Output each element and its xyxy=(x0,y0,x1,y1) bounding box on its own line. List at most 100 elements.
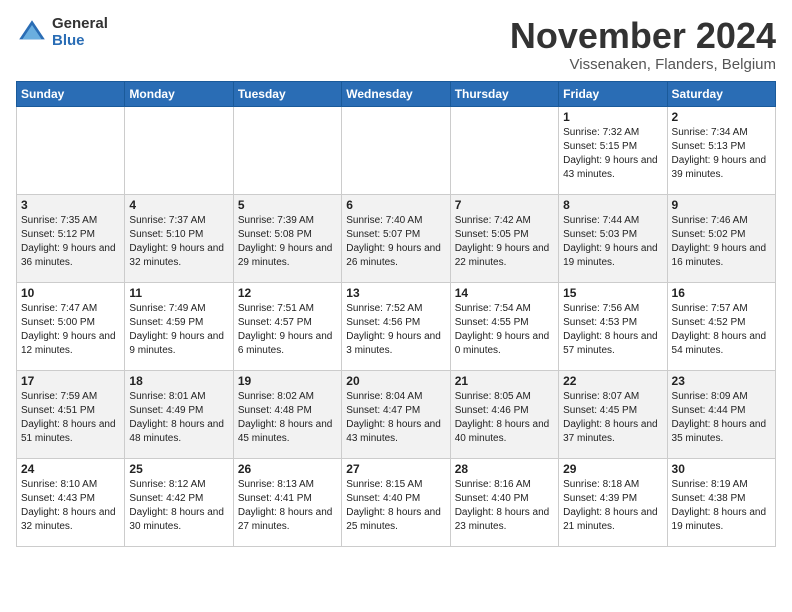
calendar-cell: 14Sunrise: 7:54 AM Sunset: 4:55 PM Dayli… xyxy=(450,282,558,370)
day-info: Sunrise: 8:02 AM Sunset: 4:48 PM Dayligh… xyxy=(238,390,337,446)
day-info: Sunrise: 8:07 AM Sunset: 4:45 PM Dayligh… xyxy=(563,390,662,446)
day-number: 11 xyxy=(129,286,228,300)
day-number: 29 xyxy=(563,462,662,476)
calendar-cell: 28 Sunrise: 8:16 AM Sunset: 4:40 PM Dayli… xyxy=(450,458,558,546)
calendar-cell xyxy=(17,106,125,194)
calendar-cell: 4Sunrise: 7:37 AM Sunset: 5:10 PM Daylig… xyxy=(125,194,233,282)
title-block: November 2024 Vissenaken, Flanders, Belg… xyxy=(510,16,776,73)
calendar-cell: 11Sunrise: 7:49 AM Sunset: 4:59 PM Dayli… xyxy=(125,282,233,370)
day-info: Sunrise: 7:44 AM Sunset: 5:03 PM Dayligh… xyxy=(563,214,662,270)
day-number: 25 xyxy=(129,462,228,476)
day-number: 8 xyxy=(563,198,662,212)
col-header-saturday: Saturday xyxy=(667,81,775,106)
day-number: 28 xyxy=(455,462,554,476)
day-info: Sunrise: 7:34 AM Sunset: 5:13 PM Dayligh… xyxy=(672,126,771,182)
day-number: 27 xyxy=(346,462,445,476)
day-number: 20 xyxy=(346,374,445,388)
calendar-cell: 10Sunrise: 7:47 AM Sunset: 5:00 PM Dayli… xyxy=(17,282,125,370)
calendar-cell xyxy=(342,106,450,194)
day-info: Sunrise: 7:35 AM Sunset: 5:12 PM Dayligh… xyxy=(21,214,120,270)
calendar-cell: 5Sunrise: 7:39 AM Sunset: 5:08 PM Daylig… xyxy=(233,194,341,282)
calendar-cell: 16 Sunrise: 7:57 AM Sunset: 4:52 PM Dayli… xyxy=(667,282,775,370)
day-number: 13 xyxy=(346,286,445,300)
calendar-cell: 7 Sunrise: 7:42 AM Sunset: 5:05 PM Daylig… xyxy=(450,194,558,282)
day-number: 12 xyxy=(238,286,337,300)
calendar-cell: 2 Sunrise: 7:34 AM Sunset: 5:13 PM Daylig… xyxy=(667,106,775,194)
calendar-cell: 9 Sunrise: 7:46 AM Sunset: 5:02 PM Daylig… xyxy=(667,194,775,282)
calendar-cell xyxy=(233,106,341,194)
day-number: 7 xyxy=(455,198,554,212)
day-info: Sunrise: 7:57 AM Sunset: 4:52 PM Dayligh… xyxy=(672,302,771,358)
day-info: Sunrise: 7:59 AM Sunset: 4:51 PM Dayligh… xyxy=(21,390,120,446)
page-header: General Blue November 2024 Vissenaken, F… xyxy=(16,16,776,73)
month-title: November 2024 xyxy=(510,16,776,56)
day-info: Sunrise: 8:12 AM Sunset: 4:42 PM Dayligh… xyxy=(129,478,228,534)
calendar-cell: 19 Sunrise: 8:02 AM Sunset: 4:48 PM Dayli… xyxy=(233,370,341,458)
day-info: Sunrise: 8:10 AM Sunset: 4:43 PM Dayligh… xyxy=(21,478,120,534)
day-info: Sunrise: 8:05 AM Sunset: 4:46 PM Dayligh… xyxy=(455,390,554,446)
day-info: Sunrise: 8:09 AM Sunset: 4:44 PM Dayligh… xyxy=(672,390,771,446)
day-number: 26 xyxy=(238,462,337,476)
calendar-cell: 1 Sunrise: 7:32 AM Sunset: 5:15 PM Daylig… xyxy=(559,106,667,194)
day-number: 18 xyxy=(129,374,228,388)
calendar-cell: 13 Sunrise: 7:52 AM Sunset: 4:56 PM Dayli… xyxy=(342,282,450,370)
day-number: 22 xyxy=(563,374,662,388)
calendar-week-row: 17 Sunrise: 7:59 AM Sunset: 4:51 PM Dayli… xyxy=(17,370,776,458)
calendar-cell: 6 Sunrise: 7:40 AM Sunset: 5:07 PM Daylig… xyxy=(342,194,450,282)
logo-blue-text: Blue xyxy=(52,33,108,50)
col-header-friday: Friday xyxy=(559,81,667,106)
day-info: Sunrise: 7:42 AM Sunset: 5:05 PM Dayligh… xyxy=(455,214,554,270)
col-header-thursday: Thursday xyxy=(450,81,558,106)
day-number: 1 xyxy=(563,110,662,124)
day-number: 3 xyxy=(21,198,120,212)
day-info: Sunrise: 8:13 AM Sunset: 4:41 PM Dayligh… xyxy=(238,478,337,534)
calendar-cell: 20 Sunrise: 8:04 AM Sunset: 4:47 PM Dayli… xyxy=(342,370,450,458)
day-info: Sunrise: 7:40 AM Sunset: 5:07 PM Dayligh… xyxy=(346,214,445,270)
day-info: Sunrise: 8:04 AM Sunset: 4:47 PM Dayligh… xyxy=(346,390,445,446)
logo: General Blue xyxy=(16,16,108,49)
day-info: Sunrise: 7:32 AM Sunset: 5:15 PM Dayligh… xyxy=(563,126,662,182)
calendar-cell: 17 Sunrise: 7:59 AM Sunset: 4:51 PM Dayli… xyxy=(17,370,125,458)
day-info: Sunrise: 8:15 AM Sunset: 4:40 PM Dayligh… xyxy=(346,478,445,534)
col-header-monday: Monday xyxy=(125,81,233,106)
day-number: 23 xyxy=(672,374,771,388)
calendar-cell: 25 Sunrise: 8:12 AM Sunset: 4:42 PM Dayli… xyxy=(125,458,233,546)
day-info: Sunrise: 7:56 AM Sunset: 4:53 PM Dayligh… xyxy=(563,302,662,358)
calendar-header-row: SundayMondayTuesdayWednesdayThursdayFrid… xyxy=(17,81,776,106)
calendar-cell: 15Sunrise: 7:56 AM Sunset: 4:53 PM Dayli… xyxy=(559,282,667,370)
day-number: 30 xyxy=(672,462,771,476)
day-info: Sunrise: 7:39 AM Sunset: 5:08 PM Dayligh… xyxy=(238,214,337,270)
day-info: Sunrise: 7:37 AM Sunset: 5:10 PM Dayligh… xyxy=(129,214,228,270)
calendar-week-row: 3 Sunrise: 7:35 AM Sunset: 5:12 PM Daylig… xyxy=(17,194,776,282)
calendar-cell: 8 Sunrise: 7:44 AM Sunset: 5:03 PM Daylig… xyxy=(559,194,667,282)
day-number: 2 xyxy=(672,110,771,124)
location-text: Vissenaken, Flanders, Belgium xyxy=(510,56,776,73)
calendar-cell: 29Sunrise: 8:18 AM Sunset: 4:39 PM Dayli… xyxy=(559,458,667,546)
day-info: Sunrise: 7:46 AM Sunset: 5:02 PM Dayligh… xyxy=(672,214,771,270)
day-number: 21 xyxy=(455,374,554,388)
calendar-week-row: 10Sunrise: 7:47 AM Sunset: 5:00 PM Dayli… xyxy=(17,282,776,370)
day-number: 17 xyxy=(21,374,120,388)
logo-icon xyxy=(16,17,48,49)
col-header-wednesday: Wednesday xyxy=(342,81,450,106)
calendar-cell: 24 Sunrise: 8:10 AM Sunset: 4:43 PM Dayli… xyxy=(17,458,125,546)
calendar-week-row: 1 Sunrise: 7:32 AM Sunset: 5:15 PM Daylig… xyxy=(17,106,776,194)
day-number: 9 xyxy=(672,198,771,212)
calendar-week-row: 24 Sunrise: 8:10 AM Sunset: 4:43 PM Dayli… xyxy=(17,458,776,546)
day-number: 19 xyxy=(238,374,337,388)
day-info: Sunrise: 8:19 AM Sunset: 4:38 PM Dayligh… xyxy=(672,478,771,534)
calendar-table: SundayMondayTuesdayWednesdayThursdayFrid… xyxy=(16,81,776,547)
day-number: 16 xyxy=(672,286,771,300)
day-info: Sunrise: 7:52 AM Sunset: 4:56 PM Dayligh… xyxy=(346,302,445,358)
col-header-tuesday: Tuesday xyxy=(233,81,341,106)
day-number: 24 xyxy=(21,462,120,476)
calendar-cell: 18Sunrise: 8:01 AM Sunset: 4:49 PM Dayli… xyxy=(125,370,233,458)
calendar-cell: 12Sunrise: 7:51 AM Sunset: 4:57 PM Dayli… xyxy=(233,282,341,370)
day-number: 10 xyxy=(21,286,120,300)
day-info: Sunrise: 8:16 AM Sunset: 4:40 PM Dayligh… xyxy=(455,478,554,534)
calendar-cell xyxy=(125,106,233,194)
calendar-cell: 26 Sunrise: 8:13 AM Sunset: 4:41 PM Dayli… xyxy=(233,458,341,546)
day-number: 6 xyxy=(346,198,445,212)
day-number: 14 xyxy=(455,286,554,300)
calendar-cell xyxy=(450,106,558,194)
